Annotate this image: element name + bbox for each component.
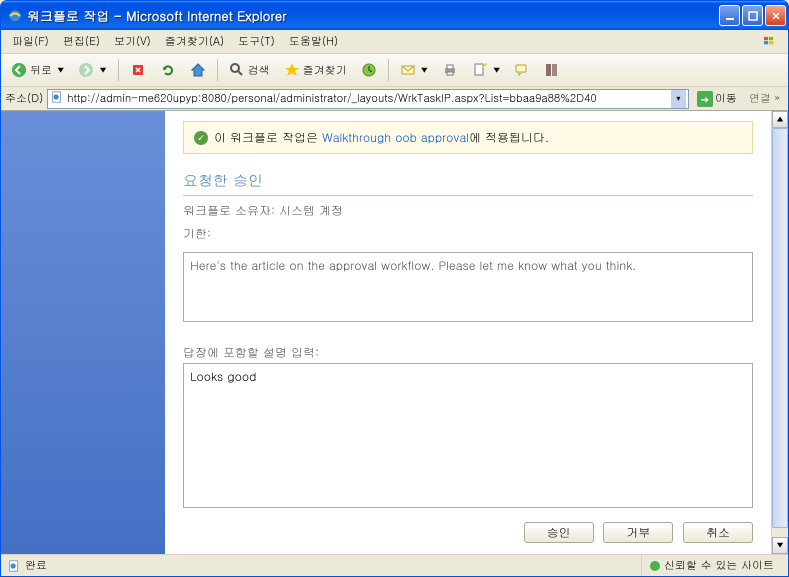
due-line: 기한: [183,225,753,242]
favorites-button[interactable]: 즐겨찾기 [278,58,353,82]
print-icon [442,62,458,78]
stop-button[interactable] [124,58,152,82]
back-label: 뒤로 [30,63,52,78]
main-content: ✓ 이 워크플로 작업은 Walkthrough oob approval에 적… [165,111,771,554]
notice-box: ✓ 이 워크플로 작업은 Walkthrough oob approval에 적… [183,121,753,154]
cancel-button[interactable]: 취소 [683,522,753,543]
window-title: 워크플로 작업 - Microsoft Internet Explorer [27,6,719,25]
chevron-down-icon: ▼ [57,65,64,76]
toolbar: 뒤로 ▼ ▼ 검색 즐겨찾기 ▼ ▼ [1,54,788,87]
discuss-button[interactable] [508,58,536,82]
windows-flag-icon [756,32,782,52]
back-icon [11,62,27,78]
back-button[interactable]: 뒤로 ▼ [5,58,70,82]
owner-line: 워크플로 소유자: 시스템 계정 [183,202,753,219]
address-input[interactable]: http://admin-me620upyp:8080/personal/adm… [47,89,689,109]
page-icon [7,559,21,573]
address-bar: 주소(D) http://admin-me620upyp:8080/person… [1,87,788,111]
titlebar: 워크플로 작업 - Microsoft Internet Explorer [1,1,788,30]
home-button[interactable] [184,58,212,82]
check-icon: ✓ [194,131,208,145]
search-icon [229,62,245,78]
chevron-down-icon: ▼ [493,65,500,76]
forward-icon [78,62,94,78]
ie-icon [7,8,23,24]
menubar: 파일(F) 편집(E) 보기(V) 즐겨찾기(A) 도구(T) 도움말(H) [1,30,788,54]
search-button[interactable]: 검색 [223,58,276,82]
section-title: 요청한 승인 [183,170,753,196]
left-nav-pane [1,111,165,554]
zone-icon [650,561,660,571]
action-buttons: 승인 거부 취소 [183,522,753,543]
minimize-button[interactable] [719,5,740,26]
status-left: 완료 [7,558,641,573]
address-dropdown[interactable]: ▾ [671,90,686,108]
discuss-icon [514,62,530,78]
ie-window: 워크플로 작업 - Microsoft Internet Explorer 파일… [0,0,789,577]
security-zone: 신뢰할 수 있는 사이트 [641,555,782,576]
edit-button[interactable]: ▼ [466,58,506,82]
approve-button[interactable]: 승인 [524,522,594,543]
address-label: 주소(D) [5,91,43,106]
content-area: ✓ 이 워크플로 작업은 Walkthrough oob approval에 적… [1,111,788,554]
zone-text: 신뢰할 수 있는 사이트 [664,558,774,573]
menu-file[interactable]: 파일(F) [5,31,56,52]
menu-favorites[interactable]: 즐겨찾기(A) [158,31,231,52]
go-label: 이동 [715,91,737,106]
favorites-label: 즐겨찾기 [303,63,347,78]
page-icon [50,90,64,108]
mail-icon [400,62,416,78]
separator [388,59,389,81]
response-input[interactable] [183,363,753,508]
edit-icon [472,62,488,78]
separator [118,59,119,81]
star-icon [284,62,300,78]
window-controls [719,5,786,26]
go-icon: ➔ [697,91,713,107]
response-label: 답장에 포함할 설명 입력: [183,344,753,361]
search-label: 검색 [248,63,270,78]
chevron-down-icon: ▼ [421,65,428,76]
reject-button[interactable]: 거부 [603,522,673,543]
scroll-thumb[interactable] [772,128,788,528]
status-bar: 완료 신뢰할 수 있는 사이트 [1,554,788,576]
request-message[interactable] [183,252,753,322]
forward-button[interactable]: ▼ [72,58,112,82]
close-button[interactable] [765,5,786,26]
stop-icon [130,62,146,78]
scroll-up-arrow[interactable]: ▲ [772,111,788,128]
notice-link[interactable]: Walkthrough oob approval [322,129,469,146]
links-label[interactable]: 연결 » [745,91,784,106]
research-icon [544,62,560,78]
separator [217,59,218,81]
menu-view[interactable]: 보기(V) [107,31,158,52]
history-button[interactable] [355,58,383,82]
vertical-scrollbar[interactable]: ▲ ▼ [771,111,788,554]
print-button[interactable] [436,58,464,82]
chevron-down-icon: ▼ [99,65,106,76]
mail-button[interactable]: ▼ [394,58,434,82]
maximize-button[interactable] [742,5,763,26]
menu-help[interactable]: 도움말(H) [282,31,345,52]
go-button[interactable]: ➔ 이동 [693,89,741,109]
refresh-icon [160,62,176,78]
menu-tools[interactable]: 도구(T) [231,31,282,52]
refresh-button[interactable] [154,58,182,82]
research-button[interactable] [538,58,566,82]
home-icon [190,62,206,78]
history-icon [361,62,377,78]
url-text: http://admin-me620upyp:8080/personal/adm… [67,91,671,106]
scroll-down-arrow[interactable]: ▼ [772,537,788,554]
menu-edit[interactable]: 편집(E) [56,31,107,52]
notice-text: 이 워크플로 작업은 Walkthrough oob approval에 적용됩… [214,129,549,146]
status-text: 완료 [25,558,47,573]
